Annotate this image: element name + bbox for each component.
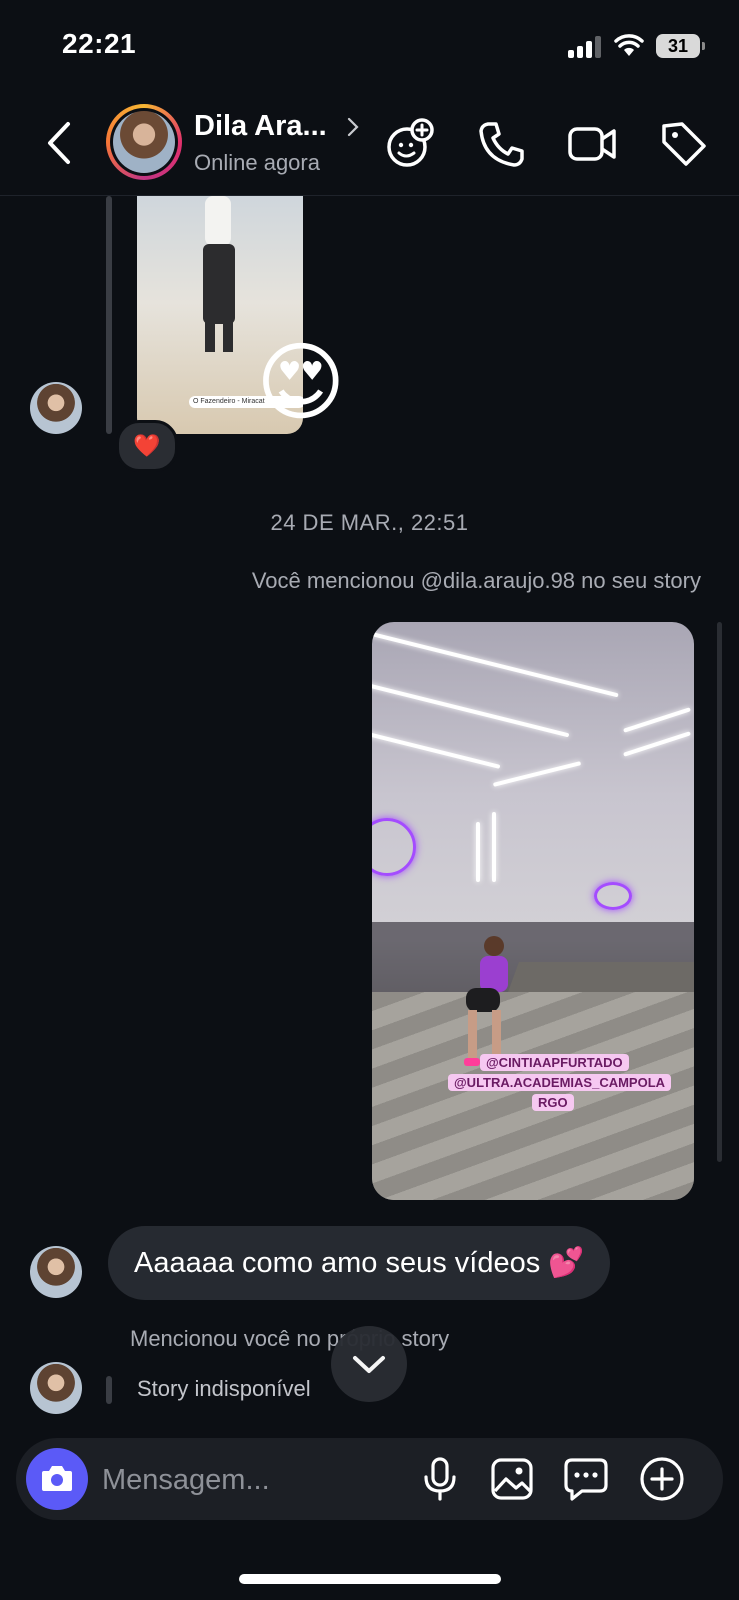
scroll-to-bottom-button[interactable] xyxy=(331,1326,407,1402)
message-bubble[interactable]: Aaaaaa como amo seus vídeos 💕 xyxy=(108,1226,611,1300)
presence-status: Online agora xyxy=(194,150,320,175)
story-mention-tag: @CINTIAAPFURTADO xyxy=(480,1054,629,1071)
plus-icon[interactable] xyxy=(638,1455,686,1503)
contact-avatar[interactable] xyxy=(106,104,182,180)
battery-icon: 31 xyxy=(656,34,705,58)
story-mention-tag: RGO xyxy=(532,1094,574,1111)
mentioned-story-preview[interactable]: @CINTIAAPFURTADO @ULTRA.ACADEMIAS_CAMPOL… xyxy=(372,622,694,1200)
video-camera-icon[interactable] xyxy=(566,118,618,170)
story-unavailable-label: Story indisponível xyxy=(137,1376,311,1401)
message-timestamp: 24 DE MAR., 22:51 xyxy=(270,510,469,535)
reply-indicator-bar xyxy=(106,196,112,434)
cellular-signal-icon xyxy=(568,36,604,58)
chevron-down-icon xyxy=(353,1356,385,1373)
contact-avatar-small[interactable] xyxy=(30,1246,82,1298)
contact-avatar-small[interactable] xyxy=(30,382,82,434)
add-effect-icon[interactable] xyxy=(384,118,436,170)
gallery-icon[interactable] xyxy=(488,1455,536,1503)
camera-button[interactable] xyxy=(26,1448,88,1510)
scroll-indicator[interactable] xyxy=(717,622,722,1162)
reply-indicator-bar xyxy=(106,1376,112,1404)
chevron-right-icon[interactable] xyxy=(346,116,360,138)
home-indicator[interactable] xyxy=(239,1574,501,1584)
phone-icon[interactable] xyxy=(476,118,528,170)
heart-eyes-emoji-reaction: 😍 xyxy=(256,335,346,431)
sticker-chat-icon[interactable] xyxy=(562,1455,610,1503)
story-mention-tag: @ULTRA.ACADEMIAS_CAMPOLA xyxy=(448,1074,672,1091)
status-time: 22:21 xyxy=(62,28,137,59)
camera-icon xyxy=(42,1466,72,1491)
heart-reaction-badge[interactable]: ❤️ xyxy=(116,420,178,472)
contact-name[interactable]: Dila Ara... xyxy=(194,110,327,143)
mention-note: Você mencionou @dila.araujo.98 no seu st… xyxy=(251,568,701,593)
wifi-icon xyxy=(614,34,644,56)
microphone-icon[interactable] xyxy=(416,1455,464,1503)
contact-avatar-small[interactable] xyxy=(30,1362,82,1414)
back-arrow-icon[interactable] xyxy=(44,118,74,168)
tag-icon[interactable] xyxy=(658,118,710,170)
message-input[interactable] xyxy=(100,1452,404,1508)
